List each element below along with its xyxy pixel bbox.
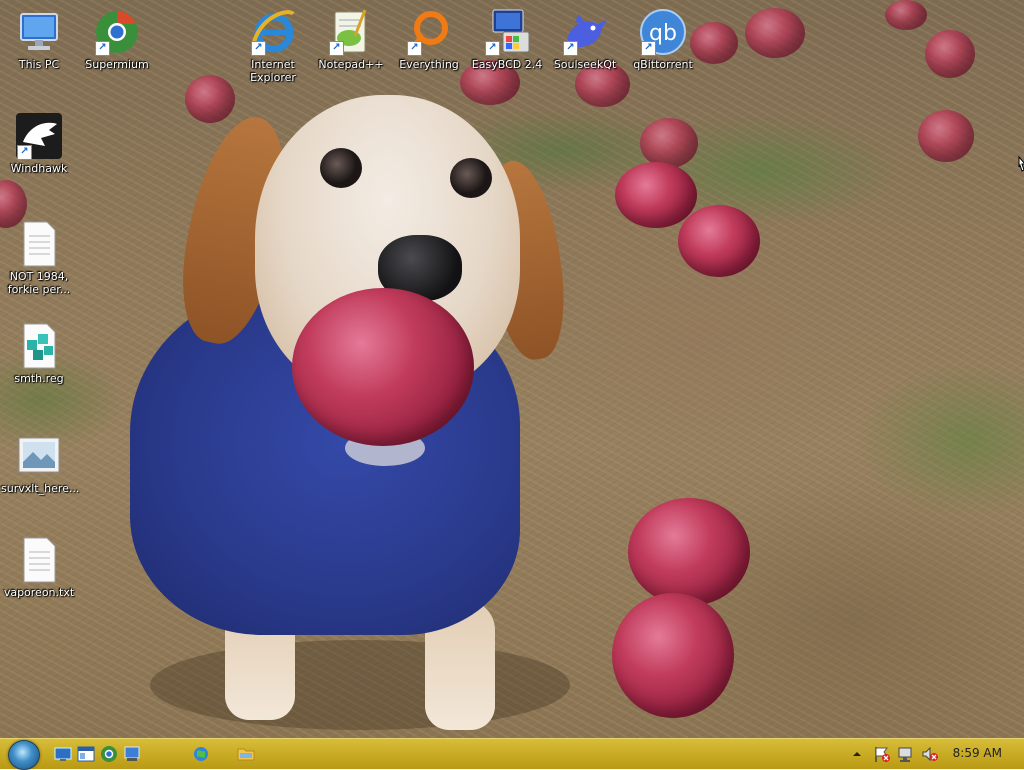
dog-shadow bbox=[150, 640, 570, 730]
qb-icon: qb ↗ bbox=[639, 8, 687, 56]
text-file-icon bbox=[15, 536, 63, 584]
dog-eye bbox=[320, 148, 362, 188]
folder-icon[interactable] bbox=[237, 745, 255, 763]
eagle-icon: ↗ bbox=[15, 112, 63, 160]
desktop-icon-soulseekqt[interactable]: ↗ SoulseekQt bbox=[547, 8, 623, 71]
boot-icon: ↗ bbox=[483, 8, 531, 56]
apple bbox=[918, 110, 974, 162]
apple bbox=[885, 0, 927, 30]
text-file-icon bbox=[15, 220, 63, 268]
desktop-icon-label: vaporeon.txt bbox=[3, 586, 75, 599]
volume-muted-icon[interactable] bbox=[921, 745, 939, 763]
desktop-icon-label: Supermium bbox=[85, 58, 149, 71]
apple bbox=[612, 593, 734, 718]
apple bbox=[185, 75, 235, 123]
browser-icon[interactable] bbox=[100, 745, 118, 763]
action-center-flag-icon[interactable] bbox=[873, 745, 891, 763]
desktop-icon-this-pc[interactable]: This PC bbox=[1, 8, 77, 71]
desktop-icon-label: Windhawk bbox=[10, 162, 68, 175]
apple bbox=[640, 118, 698, 168]
shortcut-arrow-icon: ↗ bbox=[329, 41, 344, 56]
desktop-icon[interactable] bbox=[54, 745, 72, 763]
start-button[interactable] bbox=[8, 740, 40, 770]
desktop-icon-not-1984-file[interactable]: NOT 1984, forkie per... bbox=[1, 220, 77, 296]
desktop-icon-vaporeon-txt[interactable]: vaporeon.txt bbox=[1, 536, 77, 599]
chevron-up-icon[interactable] bbox=[852, 749, 862, 759]
window-icon[interactable] bbox=[123, 745, 141, 763]
shortcut-arrow-icon: ↗ bbox=[17, 145, 32, 160]
computer-icon bbox=[15, 8, 63, 56]
shortcut-arrow-icon: ↗ bbox=[563, 41, 578, 56]
bird-icon: ↗ bbox=[561, 8, 609, 56]
desktop-icon-easybcd[interactable]: ↗ EasyBCD 2.4 bbox=[469, 8, 545, 71]
desktop-icon-label: qBittorrent bbox=[633, 58, 693, 71]
notepad-icon: ↗ bbox=[327, 8, 375, 56]
shortcut-arrow-icon: ↗ bbox=[641, 41, 656, 56]
desktop-wallpaper bbox=[0, 0, 1024, 738]
desktop-icon-label: NOT 1984, forkie per... bbox=[7, 270, 71, 296]
desktop-icon-notepad-plus-plus[interactable]: ↗ Notepad++ bbox=[313, 8, 389, 71]
desktop-icon-label: Everything bbox=[399, 58, 459, 71]
desktop-icon-label: This PC bbox=[18, 58, 60, 71]
taskbar: 8:59 AM bbox=[0, 738, 1024, 770]
desktop-icon-smth-reg[interactable]: smth.reg bbox=[1, 322, 77, 385]
apple bbox=[628, 498, 750, 606]
mouse-cursor-icon bbox=[1018, 155, 1024, 177]
desktop-icon-everything[interactable]: ↗ Everything bbox=[391, 8, 467, 71]
dog-eye bbox=[450, 158, 492, 198]
registry-icon bbox=[15, 322, 63, 370]
shortcut-arrow-icon: ↗ bbox=[485, 41, 500, 56]
browser-icon: ↗ bbox=[93, 8, 141, 56]
network-icon[interactable] bbox=[897, 745, 915, 763]
apple bbox=[745, 8, 805, 58]
apple bbox=[678, 205, 760, 277]
desktop-icon-qbittorrent[interactable]: qb ↗ qBittorrent bbox=[625, 8, 701, 71]
apple bbox=[925, 30, 975, 78]
shortcut-arrow-icon: ↗ bbox=[251, 41, 266, 56]
image-file-icon bbox=[15, 432, 63, 480]
desktop-icon-label: EasyBCD 2.4 bbox=[471, 58, 543, 71]
explorer-window-icon[interactable] bbox=[77, 745, 95, 763]
globe-icon[interactable] bbox=[192, 745, 210, 763]
shortcut-arrow-icon: ↗ bbox=[407, 41, 422, 56]
desktop-icon-label: Internet Explorer bbox=[250, 58, 296, 84]
taskbar-clock[interactable]: 8:59 AM bbox=[953, 746, 1002, 760]
desktop-icon-label: smth.reg bbox=[14, 372, 64, 385]
desktop-icon-label: SoulseekQt bbox=[553, 58, 617, 71]
ie-icon: ↗ bbox=[249, 8, 297, 56]
desktop-icon-internet-explorer[interactable]: ↗ Internet Explorer bbox=[235, 8, 311, 84]
search-ring-icon: ↗ bbox=[405, 8, 453, 56]
apple-in-mouth bbox=[292, 288, 474, 446]
apple bbox=[615, 162, 697, 228]
desktop-icon-supermium[interactable]: ↗ Supermium bbox=[79, 8, 155, 71]
desktop-icon-windhawk[interactable]: ↗ Windhawk bbox=[1, 112, 77, 175]
desktop-icon-label: survxlt_here... bbox=[1, 482, 80, 495]
desktop-icon-survxlt-file[interactable]: survxlt_here... bbox=[1, 432, 80, 495]
shortcut-arrow-icon: ↗ bbox=[95, 41, 110, 56]
desktop-icon-label: Notepad++ bbox=[318, 58, 384, 71]
